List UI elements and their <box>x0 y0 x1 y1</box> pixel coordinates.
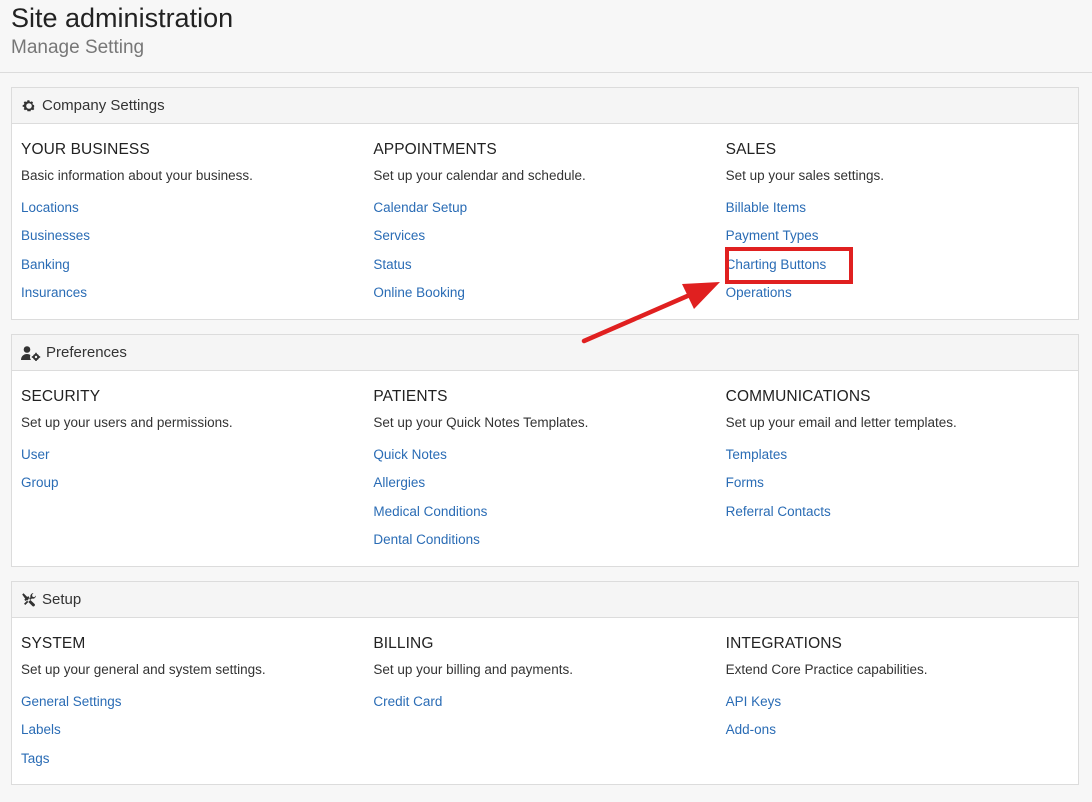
panel-heading: Preferences <box>12 335 1078 371</box>
link-templates[interactable]: Templates <box>726 439 1078 467</box>
link-locations[interactable]: Locations <box>21 192 373 220</box>
link-status[interactable]: Status <box>373 249 725 277</box>
gear-icon <box>21 98 37 114</box>
section-title: INTEGRATIONS <box>725 635 842 652</box>
section-desc: Set up your email and letter templates. <box>725 415 957 430</box>
link-billable-items[interactable]: Billable Items <box>726 192 1078 220</box>
section-title: YOUR BUSINESS <box>21 141 150 158</box>
system-section: SYSTEM Set up your general and system se… <box>21 635 373 771</box>
tools-icon <box>21 592 37 608</box>
page-header: Site administration Manage Setting <box>0 0 1092 73</box>
preferences-panel: Preferences SECURITY Set up your users a… <box>11 334 1079 567</box>
panel-heading: Company Settings <box>12 88 1078 124</box>
section-desc: Set up your general and system settings. <box>21 662 266 677</box>
link-businesses[interactable]: Businesses <box>21 220 373 248</box>
appointments-section: APPOINTMENTS Set up your calendar and sc… <box>373 141 725 305</box>
link-insurances[interactable]: Insurances <box>21 277 373 305</box>
user-gear-icon <box>21 345 41 361</box>
link-calendar-setup[interactable]: Calendar Setup <box>373 192 725 220</box>
link-services[interactable]: Services <box>373 220 725 248</box>
security-section: SECURITY Set up your users and permissio… <box>21 388 373 552</box>
patients-section: PATIENTS Set up your Quick Notes Templat… <box>373 388 725 552</box>
page-title: Site administration <box>11 3 234 33</box>
section-title: PATIENTS <box>373 388 448 405</box>
section-title: SYSTEM <box>21 635 86 652</box>
section-title: SECURITY <box>21 388 101 405</box>
link-operations[interactable]: Operations <box>726 277 1078 305</box>
company-settings-panel: Company Settings YOUR BUSINESS Basic inf… <box>11 87 1079 320</box>
section-desc: Set up your calendar and schedule. <box>373 168 586 183</box>
link-online-booking[interactable]: Online Booking <box>373 277 725 305</box>
section-title: COMMUNICATIONS <box>725 388 871 405</box>
sales-section: SALES Set up your sales settings. Billab… <box>726 141 1078 305</box>
section-desc: Set up your users and permissions. <box>21 415 233 430</box>
link-medical-conditions[interactable]: Medical Conditions <box>373 496 725 524</box>
link-add-ons[interactable]: Add-ons <box>726 714 1078 742</box>
panel-title: Preferences <box>46 344 127 361</box>
link-referral-contacts[interactable]: Referral Contacts <box>726 496 1078 524</box>
billing-section: BILLING Set up your billing and payments… <box>373 635 725 771</box>
section-title: SALES <box>725 141 777 158</box>
section-title: APPOINTMENTS <box>373 141 497 158</box>
link-banking[interactable]: Banking <box>21 249 373 277</box>
panel-title: Setup <box>42 591 82 608</box>
page-subtitle: Manage Setting <box>11 37 145 58</box>
your-business-section: YOUR BUSINESS Basic information about yo… <box>21 141 373 305</box>
link-payment-types[interactable]: Payment Types <box>726 220 1078 248</box>
link-api-keys[interactable]: API Keys <box>726 686 1078 714</box>
section-desc: Basic information about your business. <box>21 168 253 183</box>
link-forms[interactable]: Forms <box>726 467 1078 495</box>
link-credit-card[interactable]: Credit Card <box>373 686 725 714</box>
link-tags[interactable]: Tags <box>21 743 373 771</box>
section-desc: Set up your Quick Notes Templates. <box>373 415 589 430</box>
link-allergies[interactable]: Allergies <box>373 467 725 495</box>
link-general-settings[interactable]: General Settings <box>21 686 373 714</box>
link-quick-notes[interactable]: Quick Notes <box>373 439 725 467</box>
section-title: BILLING <box>373 635 434 652</box>
section-desc: Set up your sales settings. <box>725 168 884 183</box>
link-charting-buttons[interactable]: Charting Buttons <box>726 249 1078 277</box>
panel-heading: Setup <box>12 582 1078 618</box>
link-user[interactable]: User <box>21 439 373 467</box>
link-dental-conditions[interactable]: Dental Conditions <box>373 524 725 552</box>
setup-panel: Setup SYSTEM Set up your general and sys… <box>11 581 1079 785</box>
panel-title: Company Settings <box>42 97 165 114</box>
link-group[interactable]: Group <box>21 467 373 495</box>
communications-section: COMMUNICATIONS Set up your email and let… <box>726 388 1078 552</box>
link-labels[interactable]: Labels <box>21 714 373 742</box>
integrations-section: INTEGRATIONS Extend Core Practice capabi… <box>726 635 1078 771</box>
section-desc: Set up your billing and payments. <box>373 662 573 677</box>
section-desc: Extend Core Practice capabilities. <box>725 662 928 677</box>
